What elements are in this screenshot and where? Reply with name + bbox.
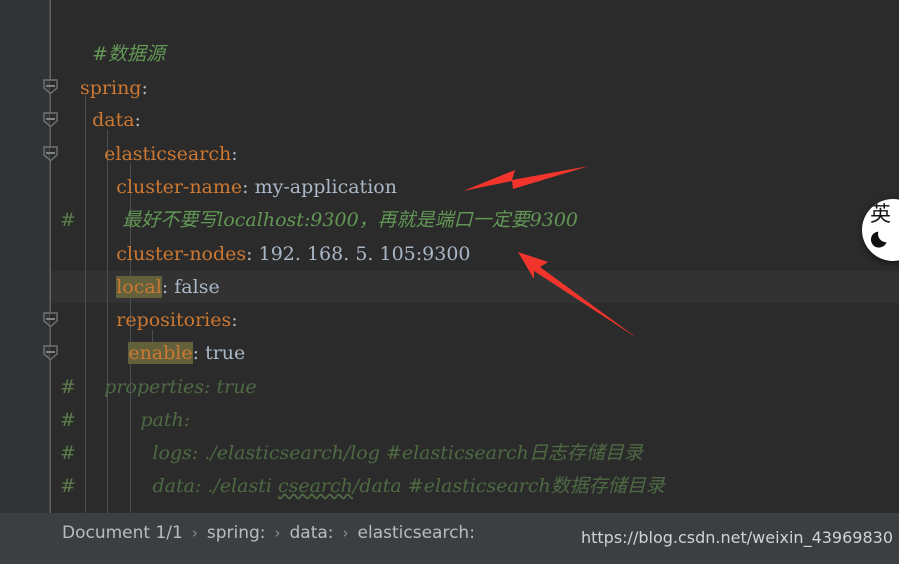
code-line-text: elasticsearch: <box>80 138 238 170</box>
code-line-text: path: <box>80 404 190 436</box>
code-line[interactable]: data: <box>0 104 899 136</box>
code-token: cluster-nodes <box>80 243 246 265</box>
code-token: : <box>231 309 237 331</box>
code-line-text: cluster-name: my-application <box>80 171 397 203</box>
code-token: properties: true <box>80 376 257 398</box>
watermark-url: https://blog.csdn.net/weixin_43969830 <box>581 528 893 547</box>
code-token: : <box>246 243 258 265</box>
code-line[interactable]: local: false <box>0 271 899 303</box>
code-line-text: 最好不要写localhost:9300，再就是端口一定要9300 <box>80 204 578 236</box>
code-token <box>80 276 116 298</box>
code-token: path: <box>80 409 190 431</box>
footer-strip <box>0 553 899 564</box>
code-line-text: enable: true <box>80 337 245 369</box>
breadcrumb-separator-icon: › <box>343 524 349 542</box>
code-token: : <box>193 342 205 364</box>
code-token <box>80 342 128 364</box>
code-token: repositories <box>80 309 231 331</box>
code-token: false <box>174 276 219 298</box>
code-token: csearch <box>278 475 353 497</box>
code-token: data <box>80 109 135 131</box>
code-line[interactable]: # 最好不要写localhost:9300，再就是端口一定要9300 <box>0 204 899 236</box>
code-token: : <box>141 77 147 99</box>
code-token: cluster-name <box>80 176 242 198</box>
code-line[interactable]: cluster-name: my-application <box>0 171 899 203</box>
comment-hash-marker: # <box>60 404 76 436</box>
breadcrumb-separator-icon: › <box>275 524 281 542</box>
code-token: enable <box>128 342 192 364</box>
comment-hash-marker: # <box>60 437 76 469</box>
comment-hash-marker: # <box>60 371 76 403</box>
code-token: 192. 168. 5. 105:9300 <box>259 243 471 265</box>
code-token: #数据源 <box>80 43 165 65</box>
code-token: local <box>116 276 162 298</box>
code-line-text: data: ./elasti csearch/data #elasticsear… <box>80 470 665 502</box>
code-token: data: ./elasti <box>80 475 278 497</box>
code-line-text: data: <box>80 104 141 136</box>
comment-hash-marker: # <box>60 204 76 236</box>
breadcrumb-item-document[interactable]: Document 1/1 <box>62 523 183 543</box>
code-line-text: repositories: <box>80 304 238 336</box>
breadcrumb-item-data[interactable]: data: <box>290 523 334 543</box>
code-line[interactable]: # path: <box>0 404 899 436</box>
code-line-text: #数据源 <box>80 38 165 70</box>
code-editor-area[interactable]: #数据源 spring: data: elasticsearch: cluster… <box>0 0 899 513</box>
code-line[interactable]: # logs: ./elasticsearch/log #elasticsear… <box>0 437 899 469</box>
code-token: : <box>242 176 254 198</box>
code-line-text: properties: true <box>80 371 257 403</box>
code-token: : <box>162 276 174 298</box>
code-token: spring <box>80 77 141 99</box>
code-line-text: spring: <box>80 72 148 104</box>
code-line-text: logs: ./elasticsearch/log #elasticsearch… <box>80 437 643 469</box>
code-token: : <box>135 109 141 131</box>
code-line[interactable]: repositories: <box>0 304 899 336</box>
code-line-text: local: false <box>80 271 220 303</box>
code-line[interactable]: #数据源 <box>0 38 899 70</box>
breadcrumb-item-spring[interactable]: spring: <box>207 523 266 543</box>
code-token: /data #elasticsearch数据存储目录 <box>353 475 665 497</box>
code-token: true <box>205 342 245 364</box>
code-line[interactable]: enable: true <box>0 337 899 369</box>
code-line[interactable]: spring: <box>0 72 899 104</box>
code-line[interactable]: elasticsearch: <box>0 138 899 170</box>
code-token: logs: ./elasticsearch/log #elasticsearch… <box>80 442 643 464</box>
code-line[interactable]: cluster-nodes: 192. 168. 5. 105:9300 <box>0 238 899 270</box>
breadcrumb-separator-icon: › <box>192 524 198 542</box>
ide-editor-window: #数据源 spring: data: elasticsearch: cluster… <box>0 0 899 564</box>
code-token: elasticsearch <box>80 143 231 165</box>
code-token: 最好不要写localhost:9300，再就是端口一定要9300 <box>80 209 578 231</box>
code-line-text: cluster-nodes: 192. 168. 5. 105:9300 <box>80 238 471 270</box>
code-token: my-application <box>255 176 397 198</box>
comment-hash-marker: # <box>60 470 76 502</box>
code-token: : <box>231 143 237 165</box>
moon-icon <box>871 229 891 249</box>
breadcrumb-item-elasticsearch[interactable]: elasticsearch: <box>358 523 475 543</box>
code-line[interactable]: # properties: true <box>0 371 899 403</box>
code-line[interactable]: # data: ./elasti csearch/data #elasticse… <box>0 470 899 502</box>
ime-mode-label: 英 <box>870 201 891 227</box>
